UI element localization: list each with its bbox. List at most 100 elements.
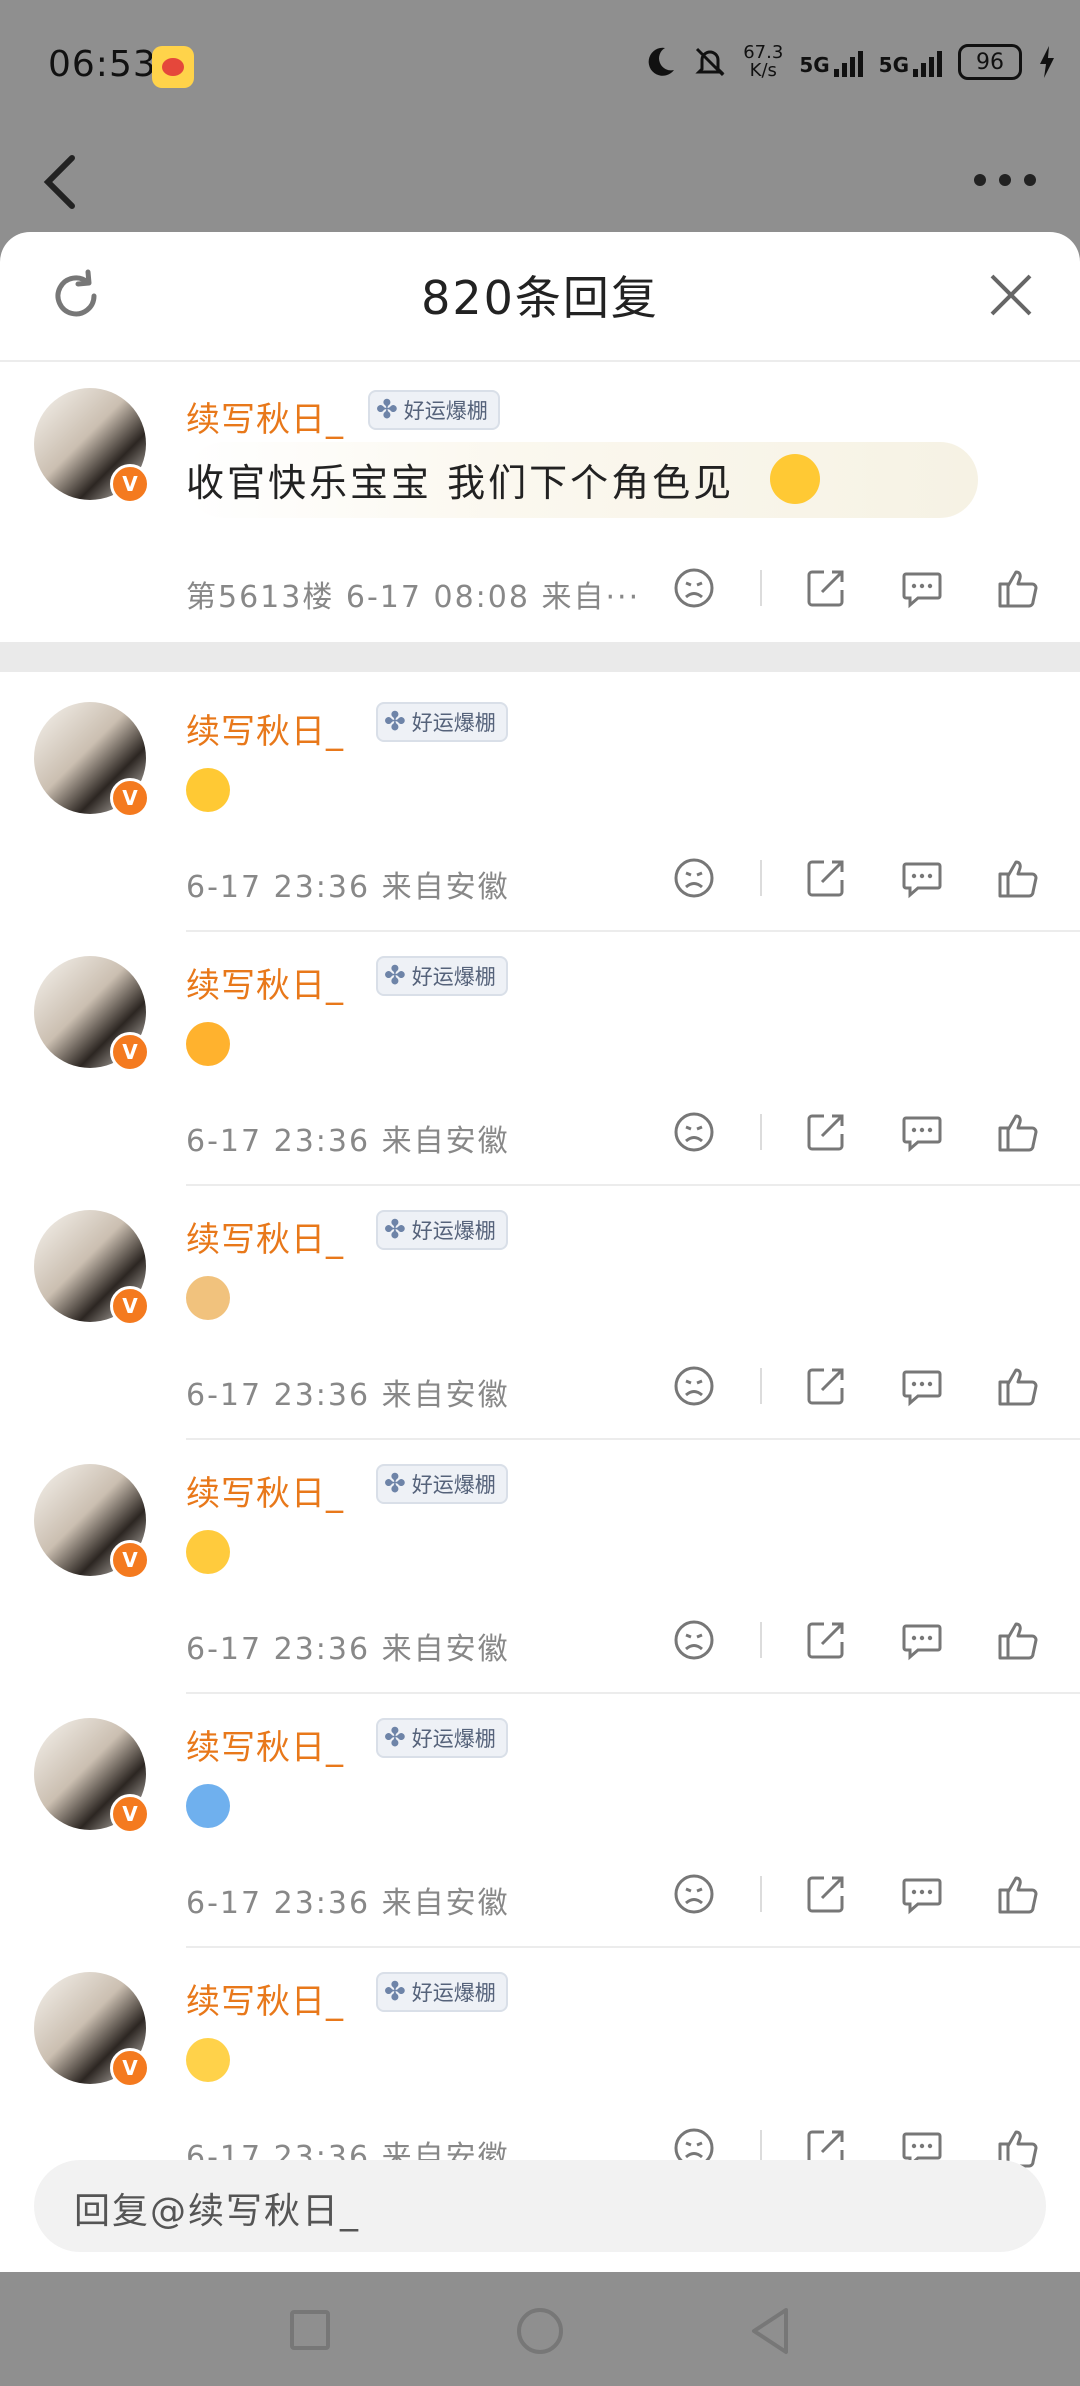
share-icon[interactable] (804, 1618, 848, 1662)
comment-meta: 第5613楼 6-17 08:08 来自··· (186, 580, 641, 615)
section-divider (0, 642, 1080, 672)
shy-face-emoji (770, 454, 820, 504)
reply-input[interactable]: 回复@续写秋日_ (34, 2160, 1046, 2252)
comment-username[interactable]: 续写秋日_ (186, 392, 344, 441)
dislike-icon[interactable] (672, 856, 716, 900)
comment-icon[interactable] (900, 1364, 944, 1408)
verified-icon: V (110, 1540, 150, 1580)
dislike-icon[interactable] (672, 1872, 716, 1916)
clover-icon: ✤ (384, 707, 406, 737)
like-icon[interactable] (996, 1110, 1040, 1154)
reply-actions (672, 1364, 1040, 1408)
comment-icon[interactable] (900, 566, 944, 610)
lucky-badge[interactable]: ✤ 好运爆棚 (376, 702, 508, 742)
lucky-badge[interactable]: ✤ 好运爆棚 (376, 1464, 508, 1504)
reply-meta: 6-17 23:36 来自安徽 (186, 1632, 510, 1667)
lucky-badge[interactable]: ✤ 好运爆棚 (376, 1718, 508, 1758)
avatar[interactable]: V (34, 1464, 150, 1580)
divider (760, 570, 762, 606)
battery-icon: 96 (958, 44, 1022, 80)
comment-icon[interactable] (900, 1618, 944, 1662)
share-icon[interactable] (804, 1872, 848, 1916)
reply-username[interactable]: 续写秋日_ (186, 958, 344, 1007)
raise-hand-emoji (186, 1784, 230, 1828)
reply-username[interactable]: 续写秋日_ (186, 704, 344, 753)
signal-bars-icon (913, 47, 942, 77)
avatar[interactable]: V (34, 702, 150, 818)
love-face-emoji (186, 1022, 230, 1066)
status-time: 06:53 (48, 44, 157, 85)
reply-meta: 6-17 23:36 来自安徽 (186, 1124, 510, 1159)
reply-meta: 6-17 23:36 来自安徽 (186, 1378, 510, 1413)
row-separator (186, 1438, 1080, 1440)
more-icon[interactable] (970, 160, 1040, 200)
verified-icon: V (110, 1794, 150, 1834)
lucky-badge[interactable]: ✤ 好运爆棚 (376, 1972, 508, 2012)
divider (760, 1876, 762, 1912)
lucky-badge[interactable]: ✤ 好运爆棚 (376, 956, 508, 996)
reply-actions (672, 1618, 1040, 1662)
tearful-face-emoji (186, 2038, 230, 2082)
recents-icon[interactable] (290, 2310, 330, 2350)
reply-input-placeholder: 回复@续写秋日_ (74, 2191, 361, 2232)
reply-username[interactable]: 续写秋日_ (186, 1974, 344, 2023)
system-back-icon[interactable] (748, 2306, 792, 2356)
divider (760, 1368, 762, 1404)
dislike-icon[interactable] (672, 1110, 716, 1154)
comment-icon[interactable] (900, 1872, 944, 1916)
like-icon[interactable] (996, 1364, 1040, 1408)
like-icon[interactable] (996, 856, 1040, 900)
like-icon[interactable] (996, 1872, 1040, 1916)
divider (760, 1114, 762, 1150)
signal-bars-icon (833, 47, 863, 77)
reply-meta: 6-17 23:36 来自安徽 (186, 1886, 510, 1921)
share-icon[interactable] (804, 1110, 848, 1154)
comment-text: 收官快乐宝宝 我们下个角色见 (186, 461, 735, 505)
share-icon[interactable] (804, 1364, 848, 1408)
dislike-icon[interactable] (672, 566, 716, 610)
clover-icon: ✤ (384, 961, 406, 991)
dislike-icon[interactable] (672, 1364, 716, 1408)
doge-emoji (186, 1276, 230, 1320)
dislike-icon[interactable] (672, 1618, 716, 1662)
shy-face-emoji (186, 768, 230, 812)
lucky-badge[interactable]: ✤ 好运爆棚 (368, 390, 500, 430)
clover-icon: ✤ (376, 395, 398, 425)
row-separator (186, 1692, 1080, 1694)
like-icon[interactable] (996, 1618, 1040, 1662)
row-separator (186, 930, 1080, 932)
back-arrow-icon[interactable] (36, 152, 86, 212)
network-speed: 67.3 K/s (743, 42, 784, 81)
avatar[interactable]: V (34, 1718, 150, 1834)
reply-username[interactable]: 续写秋日_ (186, 1466, 344, 1515)
moon-icon (648, 47, 675, 76)
avatar[interactable]: V (34, 388, 150, 504)
reply-username[interactable]: 续写秋日_ (186, 1212, 344, 1261)
close-icon[interactable] (988, 272, 1034, 318)
avatar[interactable]: V (34, 1210, 150, 1326)
signal-5g-2: 5G (879, 47, 942, 77)
status-icons: 67.3 K/s 5G 5G 96 (643, 44, 1056, 80)
system-nav-bar (0, 2272, 1080, 2386)
status-bar: 06:53 67.3 K/s 5G 5G 96 (0, 0, 1080, 140)
share-icon[interactable] (804, 856, 848, 900)
avatar[interactable]: V (34, 1972, 150, 2088)
laugh-cry-emoji (186, 1530, 230, 1574)
verified-icon: V (110, 2048, 150, 2088)
row-separator (186, 1946, 1080, 1948)
sheet-title: 820条回复 (421, 271, 659, 325)
lucky-badge[interactable]: ✤ 好运爆棚 (376, 1210, 508, 1250)
clover-icon: ✤ (384, 1723, 406, 1753)
share-icon[interactable] (804, 566, 848, 610)
avatar[interactable]: V (34, 956, 150, 1072)
reply-actions (672, 856, 1040, 900)
like-icon[interactable] (996, 566, 1040, 610)
row-separator (186, 1184, 1080, 1186)
comment-icon[interactable] (900, 856, 944, 900)
clover-icon: ✤ (384, 1977, 406, 2007)
verified-icon: V (110, 1032, 150, 1072)
comment-icon[interactable] (900, 1110, 944, 1154)
home-icon[interactable] (517, 2308, 563, 2354)
reply-sheet: 820条回复 V 续写秋日_ ✤ 好运爆棚 收官快乐宝宝 我们下个角色见 第561… (0, 232, 1080, 2272)
reply-username[interactable]: 续写秋日_ (186, 1720, 344, 1769)
